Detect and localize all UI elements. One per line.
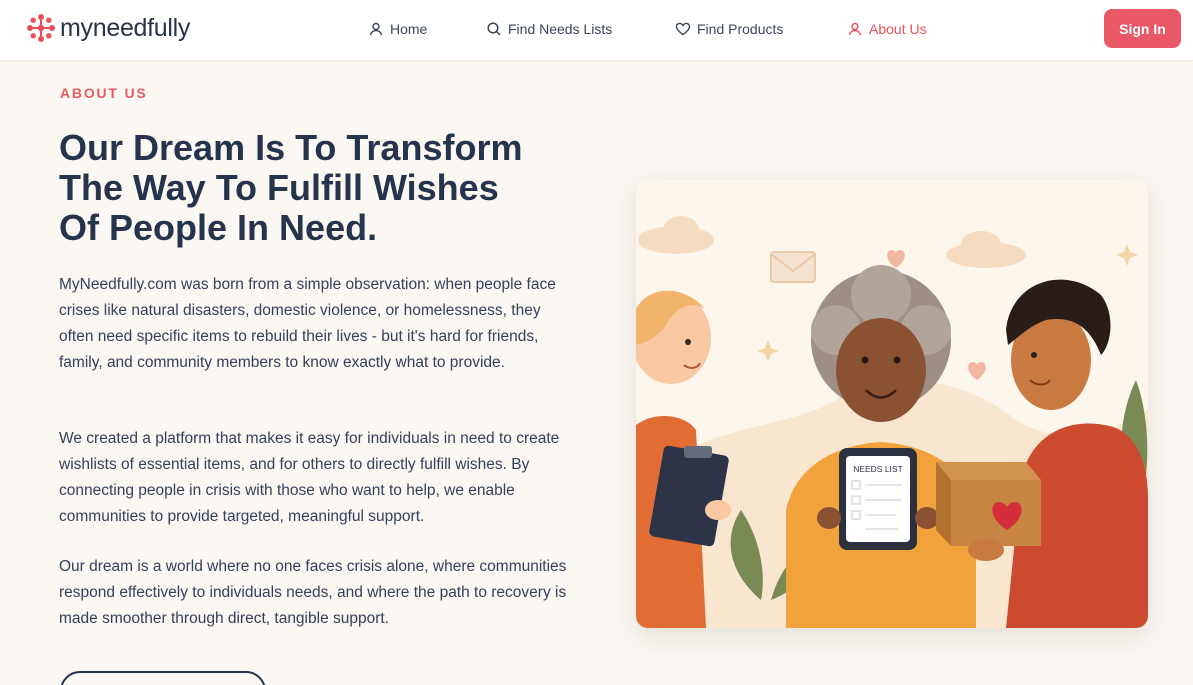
site-header: myneedfully Home Find Needs Lists Find P… bbox=[0, 0, 1193, 61]
envelope-icon bbox=[770, 251, 816, 283]
search-icon bbox=[487, 22, 501, 36]
logo[interactable]: myneedfully bbox=[25, 11, 190, 45]
nav-home[interactable]: Home bbox=[368, 18, 427, 40]
about-paragraph-1: MyNeedfully.com was born from a simple o… bbox=[59, 276, 556, 371]
headline-emphasis: Need bbox=[279, 207, 368, 248]
headline-line-1: Our Dream Is To Transform bbox=[59, 128, 599, 168]
hero-illustration: NEEDS LIST bbox=[636, 180, 1148, 628]
section-eyebrow: ABOUT US bbox=[60, 85, 148, 101]
headline-emphasis: Dream bbox=[133, 127, 246, 168]
logo-mark-icon bbox=[27, 14, 55, 42]
nav-find-needs-lists-label: Find Needs Lists bbox=[508, 21, 613, 37]
logo-text-prefix: my bbox=[60, 13, 93, 42]
nav-home-label: Home bbox=[390, 21, 428, 37]
sign-in-button[interactable]: Sign In bbox=[1104, 9, 1181, 48]
heart-icon bbox=[675, 22, 691, 36]
headline-text: Of bbox=[59, 207, 109, 248]
nav-about-us[interactable]: About Us bbox=[847, 18, 927, 40]
headline-text: Our bbox=[59, 127, 134, 168]
about-paragraph-3: Our dream is a world where no one faces … bbox=[59, 558, 567, 627]
headline-text: Is To Transform bbox=[245, 127, 523, 168]
nav-find-products-label: Find Products bbox=[697, 21, 784, 37]
page-title: Our Dream Is To Transform The Way To Ful… bbox=[59, 128, 599, 248]
headline-line-3: Of People In Need. bbox=[59, 208, 599, 248]
headline-text: . bbox=[367, 207, 378, 248]
user-icon bbox=[848, 22, 862, 36]
nav-find-needs-lists[interactable]: Find Needs Lists bbox=[486, 18, 612, 40]
nav-find-products[interactable]: Find Products bbox=[675, 18, 783, 40]
headline-text: In bbox=[227, 207, 280, 248]
logo-text-suffix: needfully bbox=[92, 13, 191, 42]
headline-line-2: The Way To Fulfill Wishes bbox=[59, 168, 599, 208]
logo-text: myneedfully bbox=[60, 14, 190, 43]
nav-about-us-label: About Us bbox=[869, 21, 927, 37]
headline-text: The Way To bbox=[59, 167, 268, 208]
about-paragraph-2: We created a platform that makes it easy… bbox=[59, 430, 560, 525]
user-icon bbox=[369, 22, 383, 36]
headline-emphasis: Fulfill Wishes bbox=[267, 167, 499, 208]
tablet-label: NEEDS LIST bbox=[853, 464, 903, 474]
cta-button[interactable] bbox=[60, 671, 266, 685]
headline-emphasis: People bbox=[109, 207, 228, 248]
